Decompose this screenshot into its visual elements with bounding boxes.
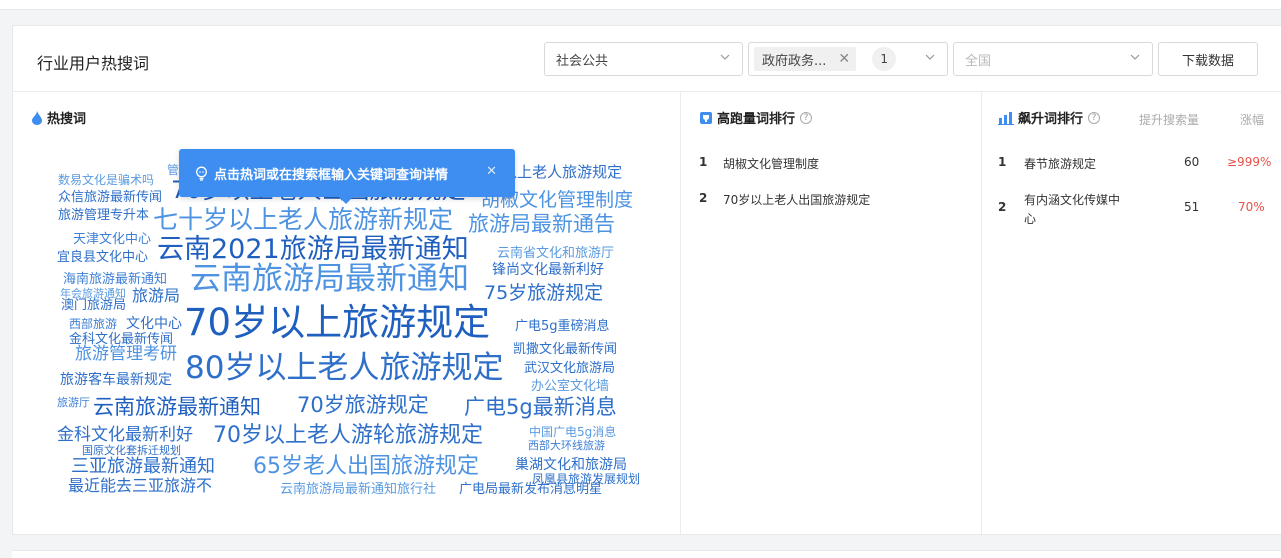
trophy-icon <box>699 111 713 125</box>
chevron-down-icon <box>720 51 730 65</box>
bottom-strip <box>12 550 1281 558</box>
hot-word[interactable]: 旅游局 <box>132 288 180 304</box>
rank-term: 有内涵文化传媒中 <box>1024 193 1121 207</box>
region-select-placeholder: 全国 <box>965 53 992 69</box>
hot-word[interactable]: 澳门旅游局 <box>61 299 126 312</box>
table-row[interactable]: 2 有内涵文化传媒中 心 51 70% <box>998 191 1268 231</box>
hot-word[interactable]: 云南旅游局最新通知 <box>190 264 469 295</box>
hot-word[interactable]: 锋尚文化最新利好 <box>492 263 604 277</box>
selected-tag: 政府政务... ✕ <box>754 47 857 71</box>
rank-term-continued: 心 <box>1024 212 1037 226</box>
close-icon[interactable]: ✕ <box>486 164 497 179</box>
download-data-button[interactable]: 下载数据 <box>1158 42 1258 76</box>
hot-word[interactable]: 数易文化是骗术吗 <box>58 174 154 186</box>
hot-word[interactable]: 云南2021旅游局最新通知 <box>157 236 469 263</box>
close-icon[interactable]: ✕ <box>838 51 850 67</box>
selected-tag-label: 政府政务... <box>762 53 827 69</box>
rate-value: ≥999% <box>1227 155 1272 169</box>
card-header: 行业用户热搜词 社会公共 政府政务... ✕ 1 全国 下载数据 <box>13 26 1281 92</box>
industry-hot-words-card: 行业用户热搜词 社会公共 政府政务... ✕ 1 全国 下载数据 热搜词 数易文… <box>12 25 1281 536</box>
industry-select[interactable]: 社会公共 <box>544 42 743 76</box>
hot-word[interactable]: 海南旅游最新通知 <box>63 273 167 286</box>
hot-word[interactable]: 西部旅游 <box>69 318 117 330</box>
high-volume-rank-title-label: 高跑量词排行 <box>717 112 796 127</box>
category-multi-select[interactable]: 政府政务... ✕ 1 <box>748 42 948 76</box>
hot-word[interactable]: 广电局最新发布消息明星 <box>459 483 602 496</box>
hot-word[interactable]: 西部大环线旅游 <box>528 440 605 451</box>
lightbulb-icon <box>195 166 208 181</box>
hot-word[interactable]: 中国广电5g消息 <box>529 426 616 438</box>
top-strip <box>0 0 1281 10</box>
hot-word[interactable]: 金科文化最新利好 <box>57 427 193 444</box>
column-header-rate: 涨幅 <box>1240 113 1265 127</box>
bar-chart-icon <box>998 111 1014 125</box>
hot-word[interactable]: 办公室文化墙 <box>531 380 609 393</box>
rank-number: 2 <box>998 200 1007 214</box>
hot-word[interactable]: 国原文化套拆迁规划 <box>82 445 181 456</box>
high-volume-rank-panel: 高跑量词排行 ? 1 胡椒文化管理制度 2 70岁以上老人出国旅游规定 <box>681 92 982 536</box>
help-icon[interactable]: ? <box>800 111 813 124</box>
rising-rank-title: 飙升词排行 ? <box>998 108 1101 127</box>
high-volume-rank-title: 高跑量词排行 ? <box>699 108 813 127</box>
rising-rank-panel: 飙升词排行 ? 提升搜索量 涨幅 1 春节旅游规定 60 ≥999% 2 有内涵… <box>982 92 1281 536</box>
hot-word[interactable]: 凯撒文化最新传闻 <box>513 343 617 356</box>
hot-word[interactable]: 80岁以上老人旅游规定 <box>185 353 503 384</box>
rank-number: 1 <box>699 155 708 169</box>
hot-word[interactable]: 广电5g重磅消息 <box>515 320 610 333</box>
hot-words-panel: 热搜词 数易文化是骗术吗管理文化旅游群二维码最新今天兴义文化中心70岁以上老人旅… <box>13 92 681 536</box>
hot-word[interactable]: 70岁以上旅游规定 <box>184 304 490 341</box>
hot-word[interactable]: 旅游局最新通告 <box>468 214 615 235</box>
chevron-down-icon <box>925 51 935 65</box>
hot-word[interactable]: 旅游客车最新规定 <box>60 373 172 387</box>
hot-word[interactable]: 众信旅游最新传闻 <box>58 191 162 204</box>
hot-word[interactable]: 宜良县文化中心 <box>57 251 148 264</box>
hint-tooltip: 点击热词或在搜索框输入关键词查询详情 ✕ <box>179 149 515 204</box>
hot-word[interactable]: 武汉文化旅游局 <box>524 362 615 375</box>
rank-number: 2 <box>699 191 708 205</box>
hot-word[interactable]: 云南省文化和旅游厅 <box>497 247 614 260</box>
hot-word[interactable]: 三亚旅游最新通知 <box>71 458 215 476</box>
rising-rank-title-label: 飙升词排行 <box>1018 112 1084 127</box>
search-increase-value: 51 <box>1184 200 1200 214</box>
hot-word[interactable]: 七十岁以上老人旅游新规定 <box>153 207 453 232</box>
hot-word[interactable]: 70岁以上老人游轮旅游规定 <box>213 425 483 447</box>
rank-term: 春节旅游规定 <box>1024 157 1097 171</box>
rank-term: 胡椒文化管理制度 <box>723 157 820 171</box>
hot-word[interactable]: 云南旅游局最新通知旅行社 <box>280 483 436 496</box>
tooltip-text: 点击热词或在搜索框输入关键词查询详情 <box>214 167 449 183</box>
hot-word[interactable]: 云南旅游最新通知 <box>93 397 261 418</box>
hot-word[interactable]: 广电5g最新消息 <box>464 397 617 418</box>
hot-word[interactable]: 70岁旅游规定 <box>297 395 429 416</box>
hot-word[interactable]: 巢湖文化和旅游局 <box>515 458 627 472</box>
hot-word[interactable]: 65岁老人出国旅游规定 <box>253 456 479 478</box>
hot-word[interactable]: 旅游管理考研 <box>75 346 177 363</box>
rank-number: 1 <box>998 155 1007 169</box>
hot-word[interactable]: 75岁旅游规定 <box>484 284 603 303</box>
table-row[interactable]: 1 春节旅游规定 60 ≥999% <box>998 155 1272 175</box>
hot-word[interactable]: 天津文化中心 <box>73 233 151 246</box>
page-title: 行业用户热搜词 <box>37 54 150 73</box>
column-header-search-increase: 提升搜索量 <box>1139 113 1200 127</box>
chevron-down-icon <box>1130 51 1140 65</box>
hot-word[interactable]: 最近能去三亚旅游不 <box>68 478 212 494</box>
help-icon[interactable]: ? <box>1088 111 1101 124</box>
selected-count-badge: 1 <box>872 47 897 71</box>
industry-select-value: 社会公共 <box>556 53 609 69</box>
region-select[interactable]: 全国 <box>953 42 1153 76</box>
rate-value: 70% <box>1238 200 1265 214</box>
hot-word[interactable]: 旅游管理专升本 <box>58 209 149 222</box>
hot-word[interactable]: 旅游厅 <box>57 397 90 408</box>
hot-word[interactable]: 文化中心 <box>126 317 182 331</box>
rank-term: 70岁以上老人出国旅游规定 <box>723 193 871 207</box>
search-increase-value: 60 <box>1184 155 1200 169</box>
